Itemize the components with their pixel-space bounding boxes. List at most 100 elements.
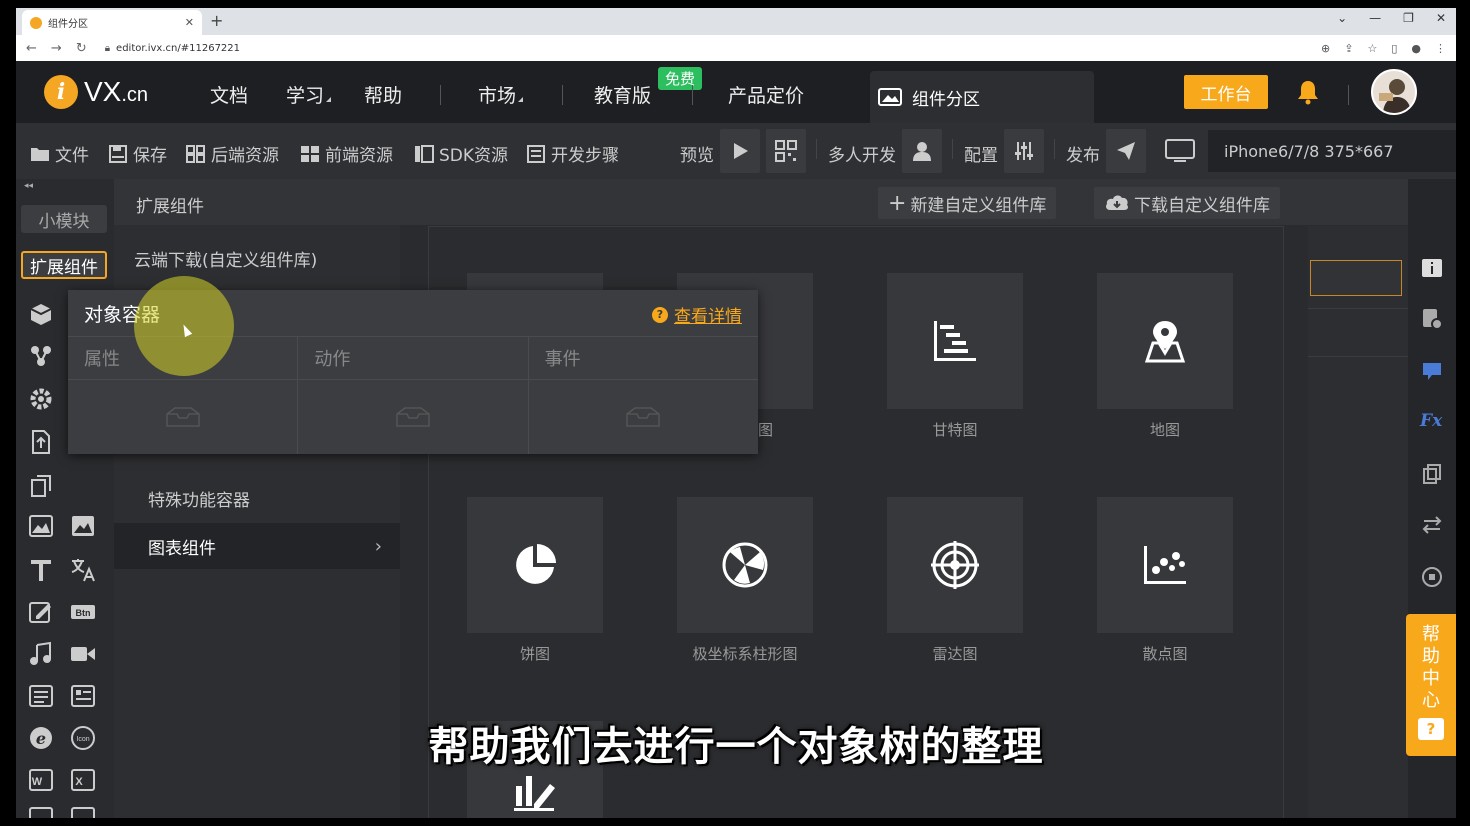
toolbar-separator xyxy=(816,139,817,159)
chart-components-row[interactable]: 图表组件 › xyxy=(114,523,400,569)
frontend-resources[interactable]: 前端资源 xyxy=(300,141,393,166)
chart-file-icon[interactable] xyxy=(70,805,96,818)
refresh-icon[interactable] xyxy=(1420,565,1444,589)
new-library-button[interactable]: + 新建自定义组件库 xyxy=(878,187,1057,219)
special-container-row[interactable]: 特殊功能容器 xyxy=(114,475,400,521)
copy-icon[interactable] xyxy=(1420,463,1444,487)
dropdown-corner-icon xyxy=(326,97,332,102)
image-icon[interactable] xyxy=(28,513,54,539)
profile-icon[interactable]: ● xyxy=(1411,42,1421,55)
browser-tab[interactable]: 组件分区 ✕ xyxy=(22,10,202,35)
download-library-label: 下载自定义组件库 xyxy=(1134,195,1270,216)
text-icon[interactable] xyxy=(28,557,54,583)
view-details-link[interactable]: ? 查看详情 xyxy=(652,302,742,327)
forward-icon[interactable]: → xyxy=(51,41,62,56)
molecule-icon[interactable] xyxy=(28,343,54,369)
pie-card[interactable] xyxy=(467,497,603,633)
card-icon[interactable] xyxy=(70,683,96,709)
nav-docs[interactable]: 文档 xyxy=(210,81,248,108)
back-icon[interactable]: ← xyxy=(26,41,37,56)
backend-resources-label: 后端资源 xyxy=(211,146,279,166)
music-icon[interactable] xyxy=(28,641,54,667)
svg-text:Btn: Btn xyxy=(76,608,91,618)
preview-qr-button[interactable] xyxy=(766,129,806,173)
minimize-icon[interactable]: — xyxy=(1369,11,1381,25)
translate-icon[interactable] xyxy=(70,557,96,583)
info-icon[interactable] xyxy=(1420,257,1444,281)
selected-field[interactable] xyxy=(1310,260,1402,296)
reload-icon[interactable]: ↻ xyxy=(76,41,87,56)
collapse-icon[interactable]: ◂◂ xyxy=(24,181,33,191)
photo-icon[interactable] xyxy=(70,513,96,539)
video-subtitle: 帮助我们去进行一个对象树的整理 xyxy=(428,724,1044,770)
menu-dots-icon[interactable]: ⋮ xyxy=(1435,42,1446,55)
help-char: 中 xyxy=(1422,668,1440,689)
chat-icon[interactable] xyxy=(1420,359,1444,383)
save-button[interactable]: 保存 xyxy=(108,141,167,166)
tab-component-zone-label: 组件分区 xyxy=(912,89,980,110)
device-selector[interactable]: iPhone6/7/8 375*667 xyxy=(1208,130,1456,172)
sdk-resources[interactable]: SDK资源 xyxy=(414,141,508,166)
nav-pricing[interactable]: 产品定价 xyxy=(728,81,804,108)
dev-steps[interactable]: 开发步骤 xyxy=(526,141,619,166)
preview-play-button[interactable] xyxy=(720,129,760,173)
cloud-download-row[interactable]: 云端下载(自定义组件库) xyxy=(114,235,400,281)
avatar[interactable] xyxy=(1371,69,1417,115)
btn-icon[interactable]: Btn xyxy=(70,599,96,625)
ivx-logo[interactable]: i VX.cn xyxy=(44,75,148,109)
share-icon[interactable]: ⇪ xyxy=(1344,42,1353,55)
url-field[interactable]: editor.ivx.cn/#11267221 xyxy=(116,43,1321,54)
file-menu[interactable]: 文件 xyxy=(30,141,89,166)
mini-module-button[interactable]: 小模块 xyxy=(21,205,107,233)
close-window-icon[interactable]: ✕ xyxy=(1436,11,1446,25)
dropdown-corner-icon xyxy=(518,97,524,102)
svg-text:X: X xyxy=(75,776,83,788)
gantt-card[interactable] xyxy=(887,273,1023,409)
ppt-icon[interactable] xyxy=(28,805,54,818)
tab-component-zone[interactable]: 组件分区 xyxy=(870,71,1094,123)
image-folder-icon xyxy=(878,88,902,106)
tab-search-icon[interactable]: ⌄ xyxy=(1337,11,1347,25)
restore-icon[interactable]: ❐ xyxy=(1403,11,1414,25)
nav-separator xyxy=(440,85,441,105)
swap-icon[interactable] xyxy=(1420,513,1444,537)
sidebar-icon[interactable]: ▯ xyxy=(1391,42,1397,55)
edit-icon[interactable] xyxy=(28,599,54,625)
save-icon xyxy=(109,144,127,163)
new-tab-icon[interactable]: + xyxy=(210,11,223,30)
map-card[interactable] xyxy=(1097,273,1233,409)
ext-components-button[interactable]: 扩展组件 xyxy=(21,251,107,279)
box-icon[interactable] xyxy=(28,301,54,327)
nav-education[interactable]: 教育版 xyxy=(594,81,651,108)
bookmark-star-icon[interactable]: ☆ xyxy=(1367,42,1377,55)
config-button[interactable] xyxy=(1004,129,1044,173)
radar-card[interactable] xyxy=(887,497,1023,633)
close-tab-icon[interactable]: ✕ xyxy=(185,16,194,29)
folder-icon xyxy=(31,147,49,161)
tab-properties[interactable]: 属性 xyxy=(68,337,299,379)
nav-market[interactable]: 市场 xyxy=(478,81,524,108)
workbench-button[interactable]: 工作台 xyxy=(1184,75,1268,109)
save-label: 保存 xyxy=(133,146,167,166)
tab-actions[interactable]: 动作 xyxy=(298,337,529,379)
function-icon[interactable]: Fx xyxy=(1420,411,1444,435)
zoom-icon[interactable]: ⊕ xyxy=(1321,42,1330,55)
publish-button[interactable] xyxy=(1106,129,1146,173)
bell-icon[interactable] xyxy=(1296,79,1320,105)
gear-icon[interactable] xyxy=(28,386,54,412)
settings-doc-icon[interactable] xyxy=(1420,307,1444,331)
backend-resources[interactable]: 后端资源 xyxy=(186,141,279,166)
polar-bar-card[interactable] xyxy=(677,497,813,633)
scatter-card[interactable] xyxy=(1097,497,1233,633)
text-box-icon[interactable] xyxy=(28,683,54,709)
device-toggle[interactable] xyxy=(1158,129,1202,173)
pages-icon[interactable] xyxy=(28,473,54,499)
upload-file-icon[interactable] xyxy=(28,429,54,455)
download-library-button[interactable]: 下载自定义组件库 xyxy=(1094,187,1280,219)
multi-dev-button[interactable] xyxy=(902,129,942,173)
multi-dev-label: 多人开发 xyxy=(828,146,896,166)
tab-events[interactable]: 事件 xyxy=(529,337,758,379)
nav-learn[interactable]: 学习 xyxy=(286,81,332,108)
video-icon[interactable] xyxy=(70,641,96,667)
nav-help[interactable]: 帮助 xyxy=(364,81,402,108)
